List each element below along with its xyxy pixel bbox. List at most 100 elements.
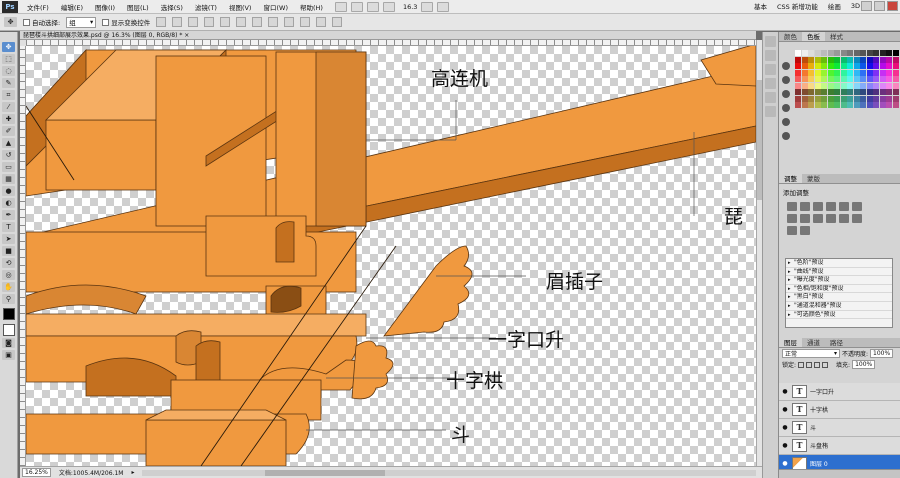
color-swatch[interactable]	[879, 102, 886, 108]
color-swatch[interactable]	[801, 76, 808, 82]
eye-icon[interactable]: ●	[781, 442, 789, 449]
color-swatch[interactable]	[821, 76, 827, 82]
color-swatch[interactable]	[840, 69, 847, 76]
menu-select[interactable]: 选择(S)	[155, 2, 189, 12]
color-swatch[interactable]	[801, 56, 808, 63]
color-swatch[interactable]	[808, 82, 814, 89]
minimize-button[interactable]	[861, 1, 872, 11]
lock-all-icon[interactable]	[822, 361, 829, 368]
color-swatch[interactable]	[834, 69, 840, 76]
color-swatch[interactable]	[886, 56, 892, 63]
color-swatch[interactable]	[873, 56, 879, 63]
tab-adjustments[interactable]: 调整	[779, 174, 802, 183]
channel-mixer-icon[interactable]	[826, 214, 836, 223]
color-swatch[interactable]	[814, 89, 821, 95]
color-swatch[interactable]	[801, 63, 808, 69]
brightness-icon[interactable]	[787, 202, 797, 211]
preset-curves[interactable]: "曲线"预设	[786, 268, 892, 277]
color-swatch[interactable]	[886, 89, 892, 95]
color-swatch[interactable]	[847, 102, 853, 108]
workspace-css[interactable]: CSS 新增功能	[777, 1, 818, 11]
blur-tool-icon[interactable]: ●	[2, 186, 15, 196]
color-swatch[interactable]	[834, 76, 840, 82]
layer-row[interactable]: ● T 十字栱	[779, 401, 900, 419]
color-swatch[interactable]	[860, 82, 866, 89]
panel-option-icon[interactable]	[782, 104, 790, 112]
hand-tool-icon[interactable]: ✋	[2, 282, 15, 292]
color-swatch[interactable]	[873, 102, 879, 108]
color-swatch[interactable]	[840, 63, 847, 69]
color-swatch[interactable]	[853, 82, 860, 89]
color-swatch[interactable]	[801, 95, 808, 102]
color-swatch[interactable]	[801, 50, 808, 56]
color-swatch[interactable]	[840, 102, 847, 108]
shape-tool-icon[interactable]: ■	[2, 246, 15, 256]
color-swatch[interactable]	[827, 89, 834, 95]
color-swatch[interactable]	[873, 89, 879, 95]
color-swatch[interactable]	[866, 63, 873, 69]
lasso-tool-icon[interactable]: ◌	[2, 66, 15, 76]
color-swatch[interactable]	[892, 102, 899, 108]
color-swatch[interactable]	[886, 95, 892, 102]
color-swatch[interactable]	[834, 89, 840, 95]
align-hcenter-button[interactable]	[220, 17, 231, 27]
history-panel-icon[interactable]	[765, 36, 776, 47]
move-tool-icon[interactable]: ✥	[4, 17, 17, 27]
eye-icon[interactable]: ●	[781, 424, 789, 431]
color-swatch[interactable]	[795, 69, 801, 76]
screen-mode-button[interactable]	[437, 1, 450, 12]
color-swatch[interactable]	[892, 95, 899, 102]
color-swatch[interactable]	[840, 76, 847, 82]
maximize-button[interactable]	[874, 1, 885, 11]
color-swatch[interactable]	[879, 95, 886, 102]
color-swatch[interactable]	[808, 56, 814, 63]
color-swatch[interactable]	[840, 89, 847, 95]
color-swatch[interactable]	[795, 95, 801, 102]
color-swatch[interactable]	[795, 102, 801, 108]
horizontal-scroll-thumb[interactable]	[265, 469, 386, 476]
color-swatch[interactable]	[873, 63, 879, 69]
color-swatch[interactable]	[886, 69, 892, 76]
color-swatch[interactable]	[879, 50, 886, 56]
color-swatch[interactable]	[834, 102, 840, 108]
workspace-painting[interactable]: 绘画	[828, 1, 841, 11]
invert-icon[interactable]	[839, 214, 849, 223]
tab-masks[interactable]: 蒙版	[802, 174, 825, 183]
tab-swatches[interactable]: 色板	[802, 32, 825, 41]
color-swatch[interactable]	[814, 69, 821, 76]
preset-exposure[interactable]: "曝光度"预设	[786, 276, 892, 285]
color-swatch[interactable]	[814, 56, 821, 63]
preset-levels[interactable]: "色阶"预设	[786, 259, 892, 268]
minibridge-button[interactable]	[350, 1, 363, 12]
preset-black-white[interactable]: "黑白"预设	[786, 293, 892, 302]
color-swatch[interactable]	[847, 76, 853, 82]
arrange-documents-button[interactable]	[421, 1, 434, 12]
vibrance-icon[interactable]	[839, 202, 849, 211]
color-swatch[interactable]	[847, 63, 853, 69]
document-size[interactable]: 文档:1005.4M/206.1M	[59, 468, 124, 477]
color-swatch[interactable]	[821, 50, 827, 56]
color-swatch[interactable]	[847, 82, 853, 89]
color-swatch[interactable]	[808, 76, 814, 82]
lock-position-icon[interactable]	[814, 361, 821, 368]
color-swatch[interactable]	[840, 82, 847, 89]
menu-file[interactable]: 文件(F)	[21, 2, 55, 12]
color-swatch[interactable]	[866, 102, 873, 108]
color-swatch[interactable]	[847, 50, 853, 56]
close-button[interactable]	[887, 1, 898, 11]
align-top-button[interactable]	[156, 17, 167, 27]
hand-tool-button[interactable]	[366, 1, 379, 12]
color-swatch[interactable]	[795, 63, 801, 69]
menu-image[interactable]: 图像(I)	[89, 2, 121, 12]
color-swatch[interactable]	[853, 89, 860, 95]
preset-selective-color[interactable]: "可选颜色"预设	[786, 311, 892, 320]
color-swatch[interactable]	[814, 95, 821, 102]
panel-option-icon[interactable]	[782, 76, 790, 84]
blend-mode-dropdown[interactable]: 正常 ▾	[782, 349, 840, 358]
color-swatch[interactable]	[886, 82, 892, 89]
pen-tool-icon[interactable]: ✒	[2, 210, 15, 220]
zoom-tool-icon[interactable]: ⚲	[2, 294, 15, 304]
color-swatch[interactable]	[840, 56, 847, 63]
color-swatch[interactable]	[860, 102, 866, 108]
color-swatch[interactable]	[808, 63, 814, 69]
